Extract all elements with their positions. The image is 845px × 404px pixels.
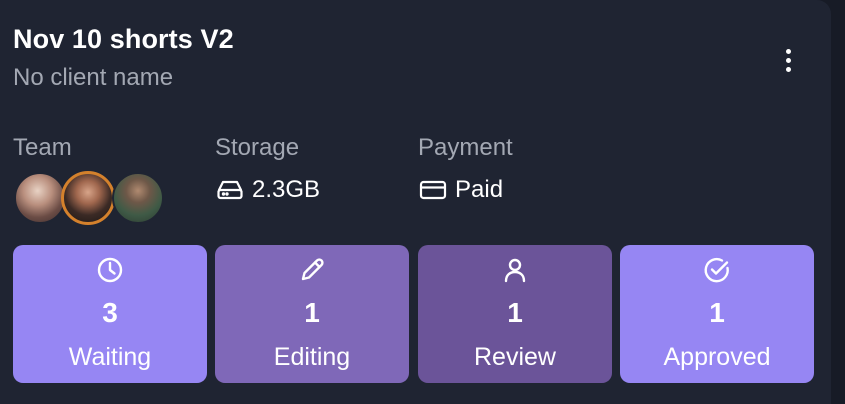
status-label: Editing [273,343,351,371]
storage-value-group: 2.3GB [216,172,320,208]
status-count: 3 [102,297,118,328]
user-icon [500,255,530,285]
kebab-menu-icon [785,48,791,54]
storage-value: 2.3GB [252,176,321,203]
hard-drive-icon [216,179,244,201]
avatar[interactable] [14,172,66,224]
pencil-icon [297,255,327,285]
status-count: 1 [507,297,523,328]
status-approved-button[interactable]: 1 Approved [620,245,814,383]
more-options-button[interactable] [770,42,806,78]
status-label: Approved [663,343,771,371]
payment-value-group: Paid [419,172,503,208]
status-review-button[interactable]: 1 Review [418,245,612,383]
check-circle-icon [702,255,732,285]
credit-card-icon [419,179,447,201]
payment-value: Paid [455,176,504,203]
kebab-menu-icon-dot [785,66,791,72]
team-label: Team [13,134,72,161]
avatar[interactable] [112,172,164,224]
storage-label: Storage [215,134,300,161]
status-label: Waiting [68,343,152,371]
client-name: No client name [13,64,174,91]
status-count: 1 [304,297,320,328]
status-editing-button[interactable]: 1 Editing [215,245,409,383]
project-card[interactable]: Nov 10 shorts V2 No client name Team Sto… [0,0,831,404]
kebab-menu-icon-dot [785,57,791,63]
clock-icon [95,255,125,285]
status-waiting-button[interactable]: 3 Waiting [13,245,207,383]
project-title: Nov 10 shorts V2 [13,24,234,54]
payment-label: Payment [418,134,513,161]
status-count: 1 [709,297,725,328]
status-label: Review [474,343,556,371]
avatar[interactable] [61,171,115,225]
